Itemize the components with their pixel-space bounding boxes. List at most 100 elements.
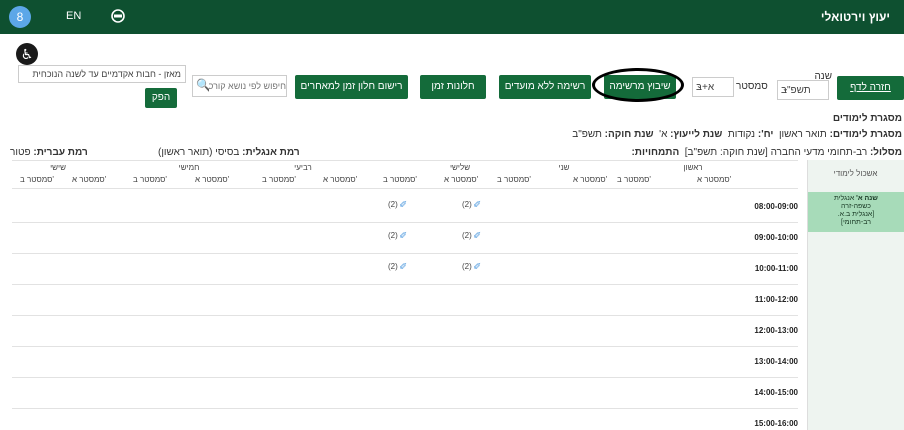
top-header: 8 EN יעוץ וירטואלי: [0, 0, 904, 34]
semester-select[interactable]: א+ב ⌄: [692, 77, 734, 97]
slot-count-text: (2): [462, 231, 472, 240]
english-label: רמת אנגלית:: [242, 147, 300, 158]
time-slot-label: 09:00-10:00: [754, 233, 798, 242]
slot-count[interactable]: (2) ✏: [462, 260, 485, 274]
track-label: מסלול:: [869, 147, 902, 158]
card-line4: רב-תחומי]: [841, 219, 871, 226]
hebrew-label: רמת עברית:: [33, 147, 88, 158]
grid-header-line: [12, 188, 798, 189]
time-slot-label: 08:00-09:00: [754, 202, 798, 211]
day-header: שני: [558, 163, 570, 172]
time-slot-label: 11:00-12:00: [754, 295, 798, 304]
hebrew-level: רמת עברית: פטור: [10, 147, 88, 158]
card-line1: שנה א' אנגלית: [808, 195, 904, 203]
pencil-icon[interactable]: ✏: [397, 229, 411, 243]
user-avatar[interactable]: 8: [9, 6, 31, 28]
semester-a-header: סמסטר א': [444, 175, 479, 184]
card-line1-text: אנגלית: [834, 195, 855, 202]
semester-a-header: סמסטר א': [72, 175, 107, 184]
language-toggle[interactable]: EN: [66, 10, 81, 22]
track-line: מסלול: רב-תחומי מדעי החברה [שנת חוקה: תש…: [631, 147, 902, 158]
card-line1-bold: שנה א': [856, 195, 878, 202]
balance-select-value: מאזן - חבות אקדמיים עד לשנה הנוכחית: [32, 69, 181, 79]
english-level: רמת אנגלית: בסיסי (תואר ראשון): [158, 147, 300, 158]
row-line: [12, 253, 798, 254]
slot-count[interactable]: (2) ✏: [462, 198, 485, 212]
card-line2: כשפה-זרה: [841, 203, 871, 210]
course-search-input[interactable]: [209, 78, 286, 94]
accessibility-icon[interactable]: ♿: [16, 43, 38, 65]
semester-label: סמסטר: [736, 81, 768, 92]
semester-b-header: סמסטר ב': [20, 175, 54, 184]
course-search-field[interactable]: 🔍: [192, 75, 287, 97]
highlight-circle: [592, 68, 684, 102]
semester-b-header: סמסטר ב': [383, 175, 417, 184]
hebrew-value: פטור: [10, 147, 31, 158]
balance-select[interactable]: מאזן - חבות אקדמיים עד לשנה הנוכחית: [18, 65, 186, 83]
day-header: שישי: [50, 163, 66, 172]
pencil-icon[interactable]: ✏: [471, 198, 485, 212]
advice-year-value: א': [659, 129, 668, 140]
year-select[interactable]: תשפ"ב ⌄: [777, 80, 829, 100]
slot-count[interactable]: (2) ✏: [388, 229, 411, 243]
pencil-icon[interactable]: ✏: [471, 229, 485, 243]
framework-value: תואר ראשון: [778, 129, 827, 140]
semester-a-header: סמסטר א': [323, 175, 358, 184]
chevron-down-icon: ⌄: [782, 84, 789, 93]
day-header: שלישי: [449, 163, 471, 172]
slot-count[interactable]: (2) ✏: [462, 229, 485, 243]
time-slot-label: 13:00-14:00: [754, 357, 798, 366]
row-line: [12, 284, 798, 285]
semester-b-header: סמסטר ב': [617, 175, 651, 184]
track-value: רב-תחומי מדעי החברה [שנת חוקה: תשפ"ב]: [684, 147, 868, 158]
semester-b-header: סמסטר ב': [133, 175, 167, 184]
row-line: [12, 408, 798, 409]
specializations-label: התמחויות:: [631, 147, 680, 158]
time-slot-label: 12:00-13:00: [754, 326, 798, 335]
framework-label: מסגרת לימודים:: [829, 129, 902, 140]
row-line: [12, 222, 798, 223]
list-no-dates-button[interactable]: רשימה ללא מועדים: [499, 75, 591, 99]
law-year-value: תשפ"ב: [572, 129, 602, 140]
time-windows-button[interactable]: חלונות זמן: [420, 75, 486, 99]
back-button[interactable]: חזרה לדף: [837, 76, 904, 100]
back-link-label: חזרה לדף: [850, 82, 891, 93]
cluster-panel-title: אשכול לימודי: [833, 169, 878, 178]
grid-top-line: [12, 160, 798, 161]
slot-count-text: (2): [462, 262, 472, 271]
pencil-icon[interactable]: ✏: [397, 198, 411, 212]
slot-count[interactable]: (2) ✏: [388, 260, 411, 274]
semester-a-header: סמסטר א': [573, 175, 608, 184]
row-line: [12, 346, 798, 347]
slot-count-text: (2): [388, 200, 398, 209]
slot-count-text: (2): [388, 262, 398, 271]
row-line: [12, 315, 798, 316]
semester-a-header: סמסטר א': [195, 175, 230, 184]
chevron-down-icon: ⌄: [696, 81, 703, 90]
time-slot-label: 14:00-15:00: [754, 388, 798, 397]
cluster-card[interactable]: שנה א' אנגלית כשפה-זרה [אנגלית ב.א. רב-ת…: [808, 192, 904, 232]
law-year-label: שנת חוקה:: [604, 129, 654, 140]
time-slot-label: 15:00-16:00: [754, 419, 798, 428]
produce-button[interactable]: הפק: [145, 88, 177, 108]
app-title: יעוץ וירטואלי: [820, 10, 890, 24]
pencil-icon[interactable]: ✏: [397, 260, 411, 274]
framework-title: מסגרת לימודים: [832, 113, 902, 124]
day-header: חמישי: [178, 163, 200, 172]
framework-line: מסגרת לימודים: תואר ראשון יח': נקודות שנ…: [572, 129, 902, 140]
semester-b-header: סמסטר ב': [497, 175, 531, 184]
card-line3: [אנגלית ב.א.: [837, 211, 875, 218]
pencil-icon[interactable]: ✏: [471, 260, 485, 274]
day-header: רביעי: [294, 163, 312, 172]
ticket-icon[interactable]: [111, 9, 125, 23]
advice-year-label: שנת לייעוץ:: [670, 129, 723, 140]
time-slot-label: 10:00-11:00: [754, 264, 798, 273]
english-value: בסיסי (תואר ראשון): [158, 147, 240, 158]
register-window-button[interactable]: רישום חלון זמן למאחרים: [295, 75, 408, 99]
points-value: נקודות: [727, 129, 756, 140]
row-line: [12, 377, 798, 378]
slot-count[interactable]: (2) ✏: [388, 198, 411, 212]
points-label: יח':: [757, 129, 774, 140]
semester-a-header: סמסטר א': [697, 175, 732, 184]
slot-count-text: (2): [388, 231, 398, 240]
